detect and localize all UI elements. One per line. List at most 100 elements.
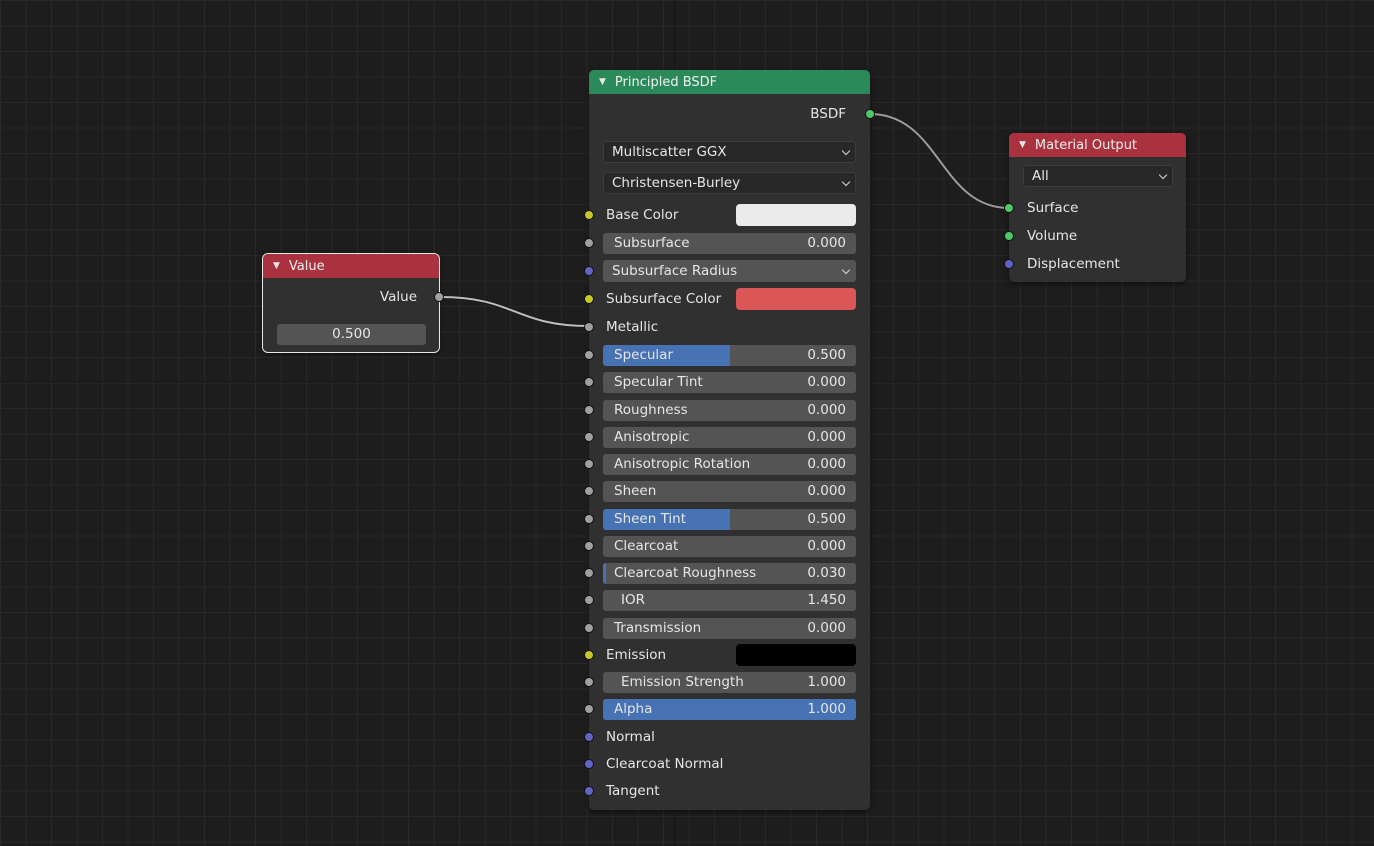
input-displacement: Displacement <box>1004 253 1186 275</box>
subsurface-radius-dropdown[interactable]: Subsurface Radius <box>603 260 856 282</box>
subsurface-slider[interactable]: Subsurface 0.000 <box>603 232 856 254</box>
ior-field[interactable]: IOR 1.450 <box>603 589 856 611</box>
clearcoat-roughness-slider[interactable]: Clearcoat Roughness 0.030 <box>603 562 856 584</box>
alpha-slider[interactable]: Alpha 1.000 <box>603 698 856 720</box>
subsurface-socket[interactable] <box>584 238 594 248</box>
sheen-socket[interactable] <box>584 486 594 496</box>
clearcoat-normal-socket[interactable] <box>584 759 594 769</box>
link-value-to-metallic <box>439 295 590 328</box>
link-value-to-metallic-line <box>439 296 590 327</box>
chevron-down-icon <box>841 265 851 275</box>
principled-bsdf-node[interactable]: ▼ Principled BSDF BSDF Multiscatter GGX … <box>584 70 875 810</box>
clearcoat-socket[interactable] <box>584 541 594 551</box>
sheen-tint-slider[interactable]: Sheen Tint 0.500 <box>603 508 856 530</box>
roughness-socket[interactable] <box>584 405 594 415</box>
input-base-color: Base Color <box>584 204 870 226</box>
emission-socket[interactable] <box>584 650 594 660</box>
input-clearcoat: Clearcoat 0.000 <box>584 535 870 557</box>
input-subsurface: Subsurface 0.000 <box>584 232 870 254</box>
distribution-dropdown[interactable]: Multiscatter GGX <box>603 141 856 163</box>
input-roughness: Roughness 0.000 <box>584 399 870 421</box>
input-anisotropic-rotation: Anisotropic Rotation 0.000 <box>584 453 870 475</box>
displacement-label: Displacement <box>1027 256 1120 272</box>
clearcoat-slider[interactable]: Clearcoat 0.000 <box>603 535 856 557</box>
anisotropic-rotation-slider[interactable]: Anisotropic Rotation 0.000 <box>603 453 856 475</box>
sheen-slider[interactable]: Sheen 0.000 <box>603 480 856 502</box>
value-field[interactable]: 0.500 <box>277 324 426 345</box>
bsdf-output-label: BSDF <box>810 106 846 122</box>
specular-slider[interactable]: Specular 0.500 <box>603 344 856 366</box>
input-alpha: Alpha 1.000 <box>584 698 870 720</box>
input-subsurface-radius: Subsurface Radius <box>584 260 870 282</box>
bsdf-output-socket[interactable] <box>865 109 875 119</box>
displacement-socket[interactable] <box>1004 259 1014 269</box>
emission-strength-field[interactable]: Emission Strength 1.000 <box>603 671 856 693</box>
emission-color-swatch[interactable] <box>736 644 856 666</box>
subsurface-color-swatch[interactable] <box>736 288 856 310</box>
input-anisotropic: Anisotropic 0.000 <box>584 426 870 448</box>
triangle-down-icon[interactable]: ▼ <box>599 77 606 87</box>
roughness-slider[interactable]: Roughness 0.000 <box>603 399 856 421</box>
value-node-header[interactable]: ▼ Value <box>263 254 439 278</box>
transmission-socket[interactable] <box>584 623 594 633</box>
tangent-socket[interactable] <box>584 786 594 796</box>
subsurface-method-dropdown[interactable]: Christensen-Burley <box>603 172 856 194</box>
specular-socket[interactable] <box>584 350 594 360</box>
value-output-row: Value <box>263 286 444 308</box>
surface-socket[interactable] <box>1004 203 1014 213</box>
bsdf-output-row: BSDF <box>589 103 875 125</box>
output-node-header[interactable]: ▼ Material Output <box>1009 133 1186 157</box>
output-node-title: Material Output <box>1034 137 1138 153</box>
chevron-down-icon <box>1158 170 1168 180</box>
metallic-label: Metallic <box>606 319 659 335</box>
input-ior: IOR 1.450 <box>584 589 870 611</box>
base-color-label: Base Color <box>606 207 679 223</box>
value-output-label: Value <box>379 289 417 305</box>
link-bsdf-to-surface-line <box>869 113 1010 209</box>
transmission-slider[interactable]: Transmission 0.000 <box>603 617 856 639</box>
input-metallic: Metallic <box>584 316 870 338</box>
base-color-socket[interactable] <box>584 210 594 220</box>
ior-socket[interactable] <box>584 595 594 605</box>
tangent-label: Tangent <box>606 783 660 799</box>
input-surface: Surface <box>1004 197 1186 219</box>
anisotropic-rotation-socket[interactable] <box>584 459 594 469</box>
normal-socket[interactable] <box>584 732 594 742</box>
emission-strength-socket[interactable] <box>584 677 594 687</box>
clearcoat-normal-label: Clearcoat Normal <box>606 756 724 772</box>
triangle-down-icon[interactable]: ▼ <box>1019 140 1026 150</box>
chevron-down-icon <box>841 146 851 156</box>
emission-label: Emission <box>606 647 667 663</box>
material-output-node[interactable]: ▼ Material Output All Surface Volume Dis… <box>1004 133 1186 282</box>
value-output-socket[interactable] <box>434 292 444 302</box>
input-tangent: Tangent <box>584 780 870 802</box>
bsdf-node-header[interactable]: ▼ Principled BSDF <box>589 70 870 94</box>
value-node[interactable]: ▼ Value Value 0.500 <box>262 253 444 353</box>
input-sheen: Sheen 0.000 <box>584 480 870 502</box>
output-target-dropdown[interactable]: All <box>1023 165 1173 187</box>
input-volume: Volume <box>1004 225 1186 247</box>
input-specular-tint: Specular Tint 0.000 <box>584 371 870 393</box>
sheen-tint-socket[interactable] <box>584 514 594 524</box>
normal-label: Normal <box>606 729 655 745</box>
anisotropic-slider[interactable]: Anisotropic 0.000 <box>603 426 856 448</box>
volume-socket[interactable] <box>1004 231 1014 241</box>
bsdf-node-title: Principled BSDF <box>614 74 718 90</box>
input-specular: Specular 0.500 <box>584 344 870 366</box>
specular-tint-slider[interactable]: Specular Tint 0.000 <box>603 371 856 393</box>
subsurface-radius-socket[interactable] <box>584 266 594 276</box>
base-color-swatch[interactable] <box>736 204 856 226</box>
metallic-socket[interactable] <box>584 322 594 332</box>
link-bsdf-to-surface <box>869 112 1010 210</box>
anisotropic-socket[interactable] <box>584 432 594 442</box>
clearcoat-roughness-socket[interactable] <box>584 568 594 578</box>
specular-tint-socket[interactable] <box>584 377 594 387</box>
input-subsurface-color: Subsurface Color <box>584 288 870 310</box>
volume-label: Volume <box>1027 228 1078 244</box>
subsurface-color-label: Subsurface Color <box>606 291 722 307</box>
alpha-socket[interactable] <box>584 704 594 714</box>
input-emission-strength: Emission Strength 1.000 <box>584 671 870 693</box>
subsurface-color-socket[interactable] <box>584 294 594 304</box>
triangle-down-icon[interactable]: ▼ <box>273 261 280 271</box>
input-clearcoat-normal: Clearcoat Normal <box>584 753 870 775</box>
